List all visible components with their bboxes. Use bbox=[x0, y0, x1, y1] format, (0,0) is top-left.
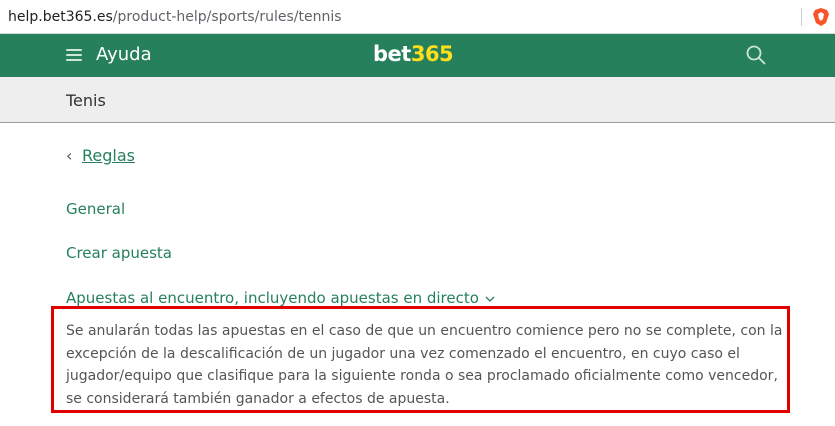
url-path: /product-help/sports/rules/tennis bbox=[112, 9, 342, 25]
bet365-logo[interactable]: bet365 bbox=[373, 42, 454, 66]
browser-address-bar[interactable]: help.bet365.es/product-help/sports/rules… bbox=[0, 0, 835, 34]
nav-item-create-bet[interactable]: Crear apuesta bbox=[66, 244, 172, 262]
brave-shield-icon[interactable] bbox=[813, 8, 829, 26]
hamburger-menu-icon[interactable] bbox=[66, 49, 82, 61]
rule-paragraph: Se anularán todas las apuestas en el cas… bbox=[66, 323, 783, 407]
logo-365-text: 365 bbox=[410, 42, 454, 66]
nav-item-general[interactable]: General bbox=[66, 200, 125, 218]
nav-item-match-bets[interactable]: Apuestas al encuentro, incluyendo apuest… bbox=[66, 289, 495, 307]
header-title[interactable]: Ayuda bbox=[96, 44, 152, 65]
chevron-down-icon bbox=[485, 296, 495, 302]
sport-subheader: Tenis bbox=[0, 77, 835, 123]
url-host: help.bet365.es bbox=[8, 9, 113, 25]
site-header: Ayuda bet365 bbox=[0, 34, 835, 77]
logo-bet-text: bet bbox=[373, 42, 411, 66]
back-link-label: Reglas bbox=[82, 146, 135, 165]
nav-item-match-bets-label: Apuestas al encuentro, incluyendo apuest… bbox=[66, 289, 479, 307]
address-bar-divider bbox=[801, 8, 802, 26]
page-title: Tenis bbox=[66, 91, 106, 110]
search-icon[interactable] bbox=[746, 45, 766, 65]
url-text[interactable]: help.bet365.es/product-help/sports/rules… bbox=[8, 9, 342, 25]
chevron-left-icon: ‹ bbox=[66, 146, 73, 165]
back-to-rules-link[interactable]: ‹ Reglas bbox=[66, 146, 135, 165]
